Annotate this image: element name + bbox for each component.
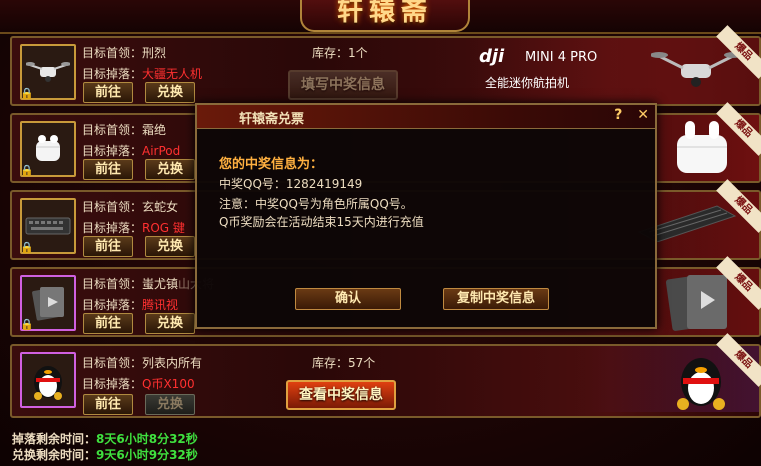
exchange-timer: 兑换剩余时间：9天6小时9分32秒 (12, 446, 198, 463)
boss-name: 刑烈 (142, 46, 167, 60)
drop-item: AirPod (142, 144, 181, 158)
qcoin-banner (469, 346, 759, 412)
stock-line: 库存：1个 (312, 44, 368, 61)
exchange-timer-value: 9天6小时9分32秒 (96, 448, 198, 462)
dialog-controls: ? ✕ (604, 107, 649, 123)
close-icon[interactable]: ✕ (637, 107, 649, 123)
boss-label: 目标首领： (82, 356, 143, 370)
exchange-button[interactable]: 兑换 (145, 394, 195, 415)
lock-icon: 🔒 (20, 164, 34, 177)
keyboard-icon[interactable]: 🔒 (20, 198, 76, 254)
dialog-header: 轩辕斋兑票 ? ✕ (197, 105, 655, 129)
boss-name: 列表内所有 (142, 356, 203, 370)
stock-label: 库存： (312, 356, 349, 370)
earbuds-icon[interactable]: 🔒 (20, 121, 76, 177)
dialog-title: 轩辕斋兑票 (239, 112, 305, 127)
drop-label: 目标掉落： (82, 67, 143, 81)
boss-label: 目标首领： (82, 46, 143, 60)
drop-label: 目标掉落： (82, 298, 143, 312)
stock-label: 库存： (312, 46, 349, 60)
drop-item: 大疆无人机 (142, 67, 203, 81)
goto-button[interactable]: 前往 (83, 236, 133, 257)
lock-icon: 🔒 (20, 241, 34, 254)
qq-line: 中奖QQ号：1282419149 (219, 175, 362, 192)
drone-model: MINI 4 PRO (525, 50, 598, 65)
goto-button[interactable]: 前往 (83, 159, 133, 180)
drone-image (651, 52, 741, 87)
prize-row-qcoin: 目标首领：列表内所有 目标掉落：Q币X100 库存：57个 前往 兑换 查看中奖… (10, 333, 761, 418)
note-line-2: Q币奖励会在活动结束15天内进行充值 (219, 215, 424, 229)
win-info-heading: 您的中奖信息为： (219, 157, 324, 172)
drop-item: Q币X100 (142, 377, 195, 391)
lock-icon: 🔒 (20, 87, 34, 100)
game-window: 轩辕斋 🔒 目标首领：刑烈 目标掉落：大疆无人机 库存：1个 前往 兑换 填写中… (0, 0, 761, 466)
title-bar: 轩辕斋 (0, 0, 761, 34)
drop-label: 目标掉落： (82, 377, 143, 391)
view-win-info-button[interactable]: 查看中奖信息 (286, 380, 396, 410)
boss-line: 目标首领：列表内所有 (82, 354, 202, 371)
exchange-button[interactable]: 兑换 (145, 236, 195, 257)
drop-timer: 掉落剩余时间：8天6小时8分32秒 (12, 430, 198, 447)
drone-banner: dji MINI 4 PRO 全能迷你航拍机 (469, 38, 759, 104)
exchange-button[interactable]: 兑换 (145, 159, 195, 180)
airpods-image (677, 121, 727, 173)
drop-item: 腾讯视 (142, 298, 179, 312)
stock-line: 库存：57个 (312, 354, 375, 371)
video-card-icon[interactable]: 🔒 (20, 275, 76, 331)
drop-timer-label: 掉落剩余时间： (12, 432, 97, 446)
page-title: 轩辕斋 (336, 0, 433, 27)
goto-button[interactable]: 前往 (83, 82, 133, 103)
boss-name: 蚩尤镇 (142, 277, 179, 291)
boss-name: 霜绝 (142, 123, 167, 137)
lock-icon: 🔒 (20, 318, 34, 331)
goto-button[interactable]: 前往 (83, 394, 133, 415)
drop-item: ROG 键 (142, 221, 185, 235)
boss-label: 目标首领： (82, 277, 143, 291)
exchange-button[interactable]: 兑换 (145, 82, 195, 103)
drop-line: 目标掉落：ROG 键 (82, 219, 185, 236)
ticket-dialog: 轩辕斋兑票 ? ✕ 您的中奖信息为： 中奖QQ号：1282419149 注意：中… (195, 103, 657, 329)
fill-info-button[interactable]: 填写中奖信息 (288, 70, 398, 100)
qq-label: 中奖QQ号： (219, 177, 286, 191)
dji-logo: dji (479, 46, 505, 67)
drop-label: 目标掉落： (82, 144, 143, 158)
stock-value: 57个 (348, 356, 376, 370)
boss-line: 目标首领：刑烈 (82, 44, 166, 61)
qq-penguin-icon[interactable] (20, 352, 76, 408)
drop-label: 目标掉落： (82, 221, 143, 235)
drop-timer-value: 8天6小时8分32秒 (96, 432, 198, 446)
video-card-image (665, 275, 727, 331)
qq-penguin-image (677, 358, 725, 410)
prize-row-drone: 🔒 目标首领：刑烈 目标掉落：大疆无人机 库存：1个 前往 兑换 填写中奖信息 … (10, 25, 761, 106)
drop-line: 目标掉落：大疆无人机 (82, 65, 202, 82)
drop-line: 目标掉落：AirPod (82, 142, 180, 159)
copy-win-info-button[interactable]: 复制中奖信息 (443, 288, 549, 310)
goto-button[interactable]: 前往 (83, 313, 133, 334)
qq-value: 1282419149 (285, 177, 363, 191)
boss-label: 目标首领： (82, 200, 143, 214)
stock-value: 1个 (348, 46, 368, 60)
boss-line: 目标首领：玄蛇女 (82, 198, 178, 215)
boss-line: 目标首领：霜绝 (82, 121, 166, 138)
boss-name: 玄蛇女 (142, 200, 179, 214)
boss-label: 目标首领： (82, 123, 143, 137)
title-plaque: 轩辕斋 (300, 0, 470, 32)
help-icon[interactable]: ? (614, 107, 622, 123)
exchange-timer-label: 兑换剩余时间： (12, 448, 97, 462)
confirm-button[interactable]: 确认 (295, 288, 401, 310)
drop-line: 目标掉落：腾讯视 (82, 296, 178, 313)
drone-icon[interactable]: 🔒 (20, 44, 76, 100)
drone-caption: 全能迷你航拍机 (485, 76, 570, 90)
exchange-button[interactable]: 兑换 (145, 313, 195, 334)
drop-line: 目标掉落：Q币X100 (82, 375, 195, 392)
note-line-1: 注意：中奖QQ号为角色所属QQ号。 (219, 197, 413, 211)
